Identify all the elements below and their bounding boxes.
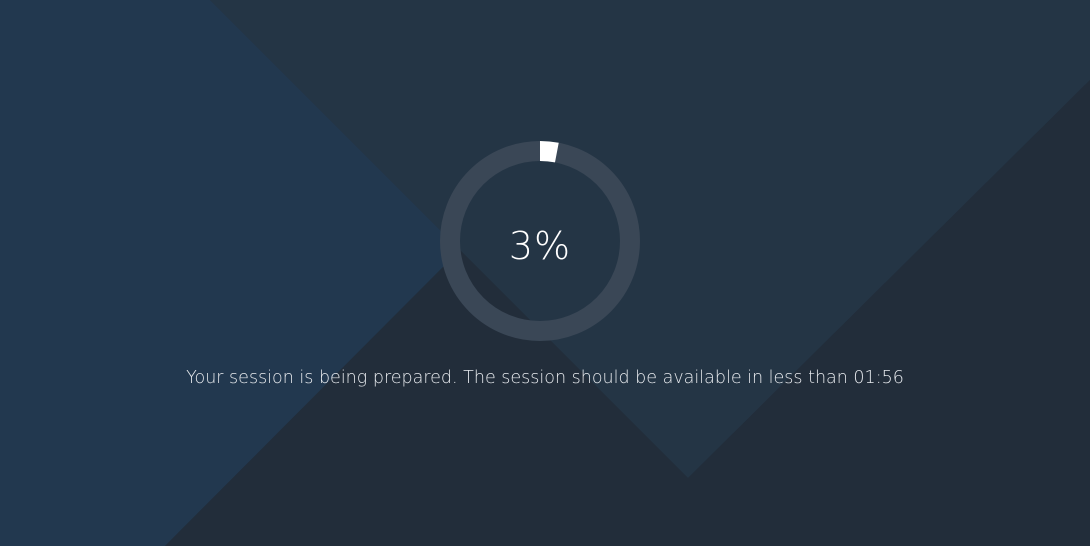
- session-status-message: Your session is being prepared. The sess…: [186, 368, 904, 388]
- progress-ring: 3%: [440, 141, 640, 341]
- progress-percent-label: 3%: [508, 224, 572, 268]
- session-loading-screen: 3% Your session is being prepared. The s…: [0, 0, 1090, 546]
